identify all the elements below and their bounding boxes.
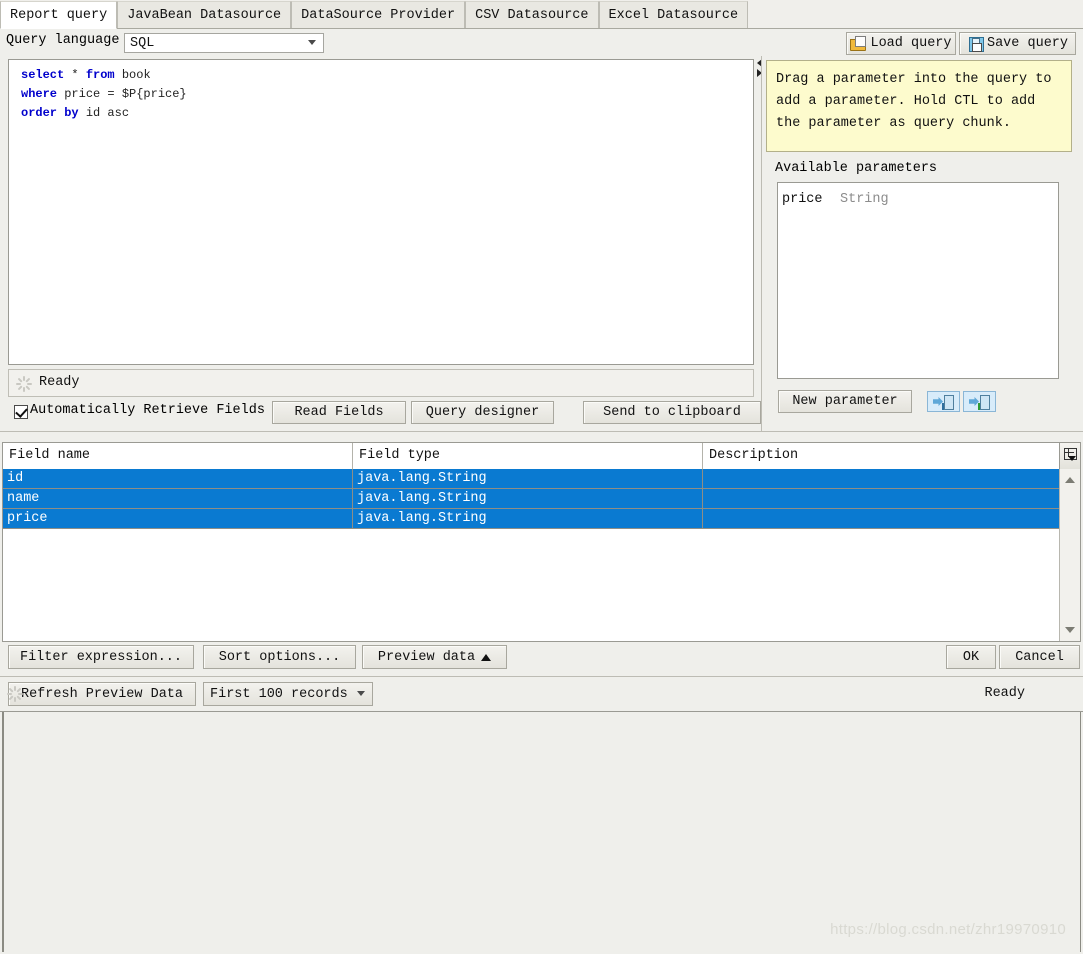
cancel-label: Cancel: [1015, 649, 1064, 665]
tab-label: Report query: [10, 8, 108, 23]
scroll-down-icon[interactable]: [1065, 627, 1075, 633]
preview-data-label: Preview data: [377, 649, 476, 665]
table-row[interactable]: price java.lang.String: [3, 509, 1059, 529]
sort-options-button[interactable]: Sort options...: [203, 645, 356, 669]
cell-field-name: name: [3, 489, 353, 508]
datasource-tabs: Report query JavaBean Datasource DataSou…: [0, 0, 1083, 29]
column-header-field-name[interactable]: Field name: [3, 443, 353, 469]
parameter-hint-box: Drag a parameter into the query to add a…: [766, 60, 1072, 152]
spinner-icon: [6, 685, 24, 703]
tab-datasource-provider[interactable]: DataSource Provider: [291, 1, 466, 28]
load-query-button[interactable]: Load query: [846, 32, 956, 55]
filter-expression-label: Filter expression...: [19, 649, 183, 665]
table-row[interactable]: id java.lang.String: [3, 469, 1059, 489]
tab-csv-datasource[interactable]: CSV Datasource: [465, 1, 599, 28]
query-designer-button[interactable]: Query designer: [411, 401, 554, 424]
scroll-up-icon[interactable]: [1065, 477, 1075, 483]
tab-label: JavaBean Datasource: [127, 8, 282, 23]
cell-description: [703, 509, 1059, 528]
query-designer-label: Query designer: [425, 405, 540, 420]
send-to-clipboard-button[interactable]: Send to clipboard: [583, 401, 761, 424]
chevron-down-icon: [308, 40, 316, 45]
column-header-field-type[interactable]: Field type: [353, 443, 703, 469]
floppy-disk-icon: [967, 36, 984, 52]
query-editor[interactable]: select * from book where price = $P{pric…: [8, 59, 754, 365]
query-language-value: SQL: [130, 36, 155, 51]
column-chooser-button[interactable]: [1059, 443, 1080, 469]
folder-icon: [850, 36, 867, 51]
records-limit-select[interactable]: First 100 records: [203, 682, 373, 706]
auto-retrieve-fields-checkbox[interactable]: [14, 405, 28, 419]
available-parameters-list[interactable]: price String: [777, 182, 1059, 379]
load-query-label: Load query: [870, 36, 952, 51]
auto-retrieve-fields-label: Automatically Retrieve Fields: [30, 403, 265, 418]
cell-field-name: id: [3, 469, 353, 488]
send-to-clipboard-label: Send to clipboard: [603, 405, 741, 420]
read-fields-label: Read Fields: [294, 405, 384, 420]
parameter-hint-text: Drag a parameter into the query to add a…: [776, 72, 1052, 131]
table-vertical-scrollbar[interactable]: [1059, 469, 1080, 641]
tab-label: DataSource Provider: [301, 8, 456, 23]
preview-data-panel: https://blog.csdn.net/zhr19970910: [2, 712, 1081, 952]
read-fields-button[interactable]: Read Fields: [272, 401, 406, 424]
tab-javabean-datasource[interactable]: JavaBean Datasource: [117, 1, 292, 28]
ok-button[interactable]: OK: [946, 645, 996, 669]
preview-data-button[interactable]: Preview data: [362, 645, 507, 669]
cell-description: [703, 469, 1059, 488]
chevron-down-icon: [1068, 456, 1076, 461]
refresh-preview-data-button[interactable]: Refresh Preview Data: [8, 682, 196, 706]
fields-table: Field name Field type Description id jav…: [2, 442, 1081, 642]
section-divider: [0, 676, 1083, 677]
parameter-name: price: [782, 192, 823, 207]
save-query-label: Save query: [986, 36, 1068, 51]
sort-options-label: Sort options...: [218, 649, 341, 665]
save-query-button[interactable]: Save query: [959, 32, 1076, 55]
spinner-icon: [15, 375, 33, 393]
cell-field-name: price: [3, 509, 353, 528]
cell-description: [703, 489, 1059, 508]
list-item[interactable]: price String: [782, 192, 1052, 210]
report-query-dialog: Report query JavaBean Datasource DataSou…: [0, 0, 1083, 954]
column-header-description[interactable]: Description: [703, 443, 1059, 469]
tab-excel-datasource[interactable]: Excel Datasource: [598, 1, 749, 28]
preview-status-text: Ready: [984, 686, 1025, 701]
query-language-label: Query language: [6, 33, 120, 48]
cancel-button[interactable]: Cancel: [999, 645, 1080, 669]
tab-label: Excel Datasource: [608, 8, 739, 23]
tab-report-query[interactable]: Report query: [0, 1, 118, 29]
parameter-type: String: [840, 192, 889, 207]
cell-field-type: java.lang.String: [353, 509, 703, 528]
filter-expression-button[interactable]: Filter expression...: [8, 645, 194, 669]
watermark-text: https://blog.csdn.net/zhr19970910: [830, 921, 1066, 938]
refresh-preview-label: Refresh Preview Data: [20, 686, 184, 702]
cell-field-type: java.lang.String: [353, 489, 703, 508]
chevron-down-icon: [357, 691, 365, 696]
editor-status-bar: Ready: [8, 369, 754, 397]
ok-label: OK: [962, 649, 980, 665]
query-language-select[interactable]: SQL: [124, 33, 324, 53]
panel-divider: [761, 56, 762, 431]
section-divider: [0, 431, 1083, 432]
query-editor-text: select * from book where price = $P{pric…: [21, 68, 187, 120]
cell-field-type: java.lang.String: [353, 469, 703, 488]
records-limit-value: First 100 records: [210, 687, 348, 702]
editor-status-text: Ready: [39, 375, 80, 390]
triangle-up-icon: [481, 653, 492, 661]
table-row[interactable]: name java.lang.String: [3, 489, 1059, 509]
available-parameters-label: Available parameters: [775, 161, 938, 176]
tab-label: CSV Datasource: [475, 8, 589, 23]
table-header: Field name Field type Description: [3, 443, 1080, 470]
